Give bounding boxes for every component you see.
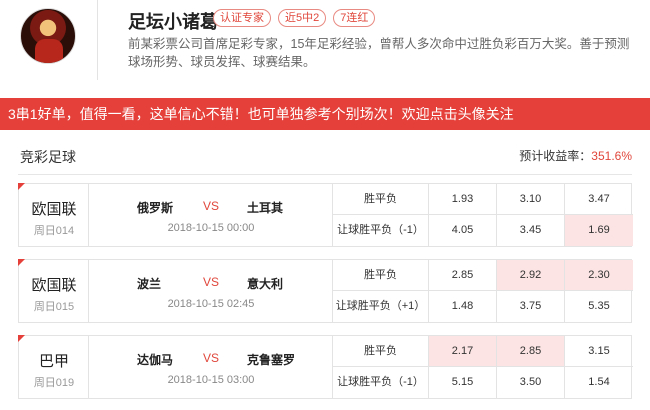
market-label: 胜平负: [333, 260, 429, 291]
badge-recent-record: 近5中2: [278, 9, 327, 27]
odds-cell[interactable]: 3.47: [565, 184, 633, 215]
odds-cell[interactable]: 1.69: [565, 215, 633, 246]
away-team: 土耳其: [247, 201, 284, 215]
odds-cell[interactable]: 1.93: [429, 184, 497, 215]
odds-cell[interactable]: 2.92: [497, 260, 565, 291]
away-team: 克鲁塞罗: [247, 353, 296, 367]
odds-cell[interactable]: 1.54: [565, 367, 633, 398]
odds-cell[interactable]: 2.30: [565, 260, 633, 291]
vs-label: VS: [203, 351, 220, 365]
odds-cell[interactable]: 3.10: [497, 184, 565, 215]
match-round: 周日015: [33, 301, 75, 313]
vs-label: VS: [203, 199, 220, 213]
yield-label: 预计收益率：: [519, 149, 592, 163]
match-card: 巴甲 周日019 达伽马 VS 克鲁塞罗 2018-10-15 03:00 胜平…: [18, 335, 633, 399]
league-name: 欧国联: [31, 201, 77, 218]
match-time: 2018-10-15 03:00: [167, 374, 255, 386]
expert-bio: 前某彩票公司首席足彩专家，15年足彩经验，曾帮人多次命中过胜负彩百万大奖。善于预…: [128, 37, 630, 69]
league-cell: 巴甲 周日019: [19, 336, 89, 398]
odds-cell[interactable]: 1.48: [429, 291, 497, 322]
market-label: 胜平负: [333, 336, 429, 367]
expert-avatar[interactable]: [20, 8, 76, 64]
odds-cell[interactable]: 2.17: [429, 336, 497, 367]
badge-certified: 认证专家: [213, 9, 271, 27]
odds-cell[interactable]: 3.45: [497, 215, 565, 246]
odds-cell[interactable]: 3.15: [565, 336, 633, 367]
odds-cell[interactable]: 2.85: [429, 260, 497, 291]
profile-divider: [97, 0, 98, 80]
market-label: 胜平负: [333, 184, 429, 215]
league-name: 巴甲: [38, 353, 69, 370]
badge-win-streak: 7连红: [333, 9, 376, 27]
match-round: 周日014: [33, 225, 75, 237]
expected-yield: 预计收益率：351.6%: [519, 147, 632, 164]
match-time: 2018-10-15 02:45: [167, 298, 255, 310]
away-team: 意大利: [247, 277, 284, 291]
yield-value: 351.6%: [591, 149, 632, 163]
section-title: 竞彩足球: [20, 149, 76, 165]
home-team: 达伽马: [137, 353, 174, 367]
teams-cell: 达伽马 VS 克鲁塞罗 2018-10-15 03:00: [89, 336, 333, 398]
league-name: 欧国联: [31, 277, 77, 294]
match-time: 2018-10-15 00:00: [167, 222, 255, 234]
match-round: 周日019: [33, 377, 75, 389]
vs-label: VS: [203, 275, 220, 289]
expert-profile: 足坛小诸葛 认证专家 近5中2 7连红 前某彩票公司首席足彩专家，15年足彩经验…: [0, 0, 650, 92]
odds-cell[interactable]: 5.15: [429, 367, 497, 398]
expert-name[interactable]: 足坛小诸葛: [128, 8, 218, 34]
league-cell: 欧国联 周日015: [19, 260, 89, 322]
badge-list: 认证专家 近5中2 7连红: [213, 9, 376, 27]
section-divider: [18, 174, 632, 175]
odds-cell[interactable]: 2.85: [497, 336, 565, 367]
match-card: 欧国联 周日014 俄罗斯 VS 土耳其 2018-10-15 00:00 胜平…: [18, 183, 633, 247]
odds-cell[interactable]: 5.35: [565, 291, 633, 322]
market-label: 让球胜平负（-1）: [333, 215, 429, 246]
market-label: 让球胜平负（+1）: [333, 291, 429, 322]
home-team: 俄罗斯: [137, 201, 174, 215]
odds-cell[interactable]: 4.05: [429, 215, 497, 246]
teams-cell: 俄罗斯 VS 土耳其 2018-10-15 00:00: [89, 184, 333, 246]
match-card: 欧国联 周日015 波兰 VS 意大利 2018-10-15 02:45 胜平负…: [18, 259, 633, 323]
league-cell: 欧国联 周日014: [19, 184, 89, 246]
teams-cell: 波兰 VS 意大利 2018-10-15 02:45: [89, 260, 333, 322]
recommendation-banner[interactable]: 3串1好单，值得一看，这单信心不错！也可单独参考个别场次！欢迎点击头像关注: [0, 98, 650, 130]
odds-cell[interactable]: 3.50: [497, 367, 565, 398]
market-label: 让球胜平负（-1）: [333, 367, 429, 398]
odds-cell[interactable]: 3.75: [497, 291, 565, 322]
home-team: 波兰: [137, 277, 162, 291]
